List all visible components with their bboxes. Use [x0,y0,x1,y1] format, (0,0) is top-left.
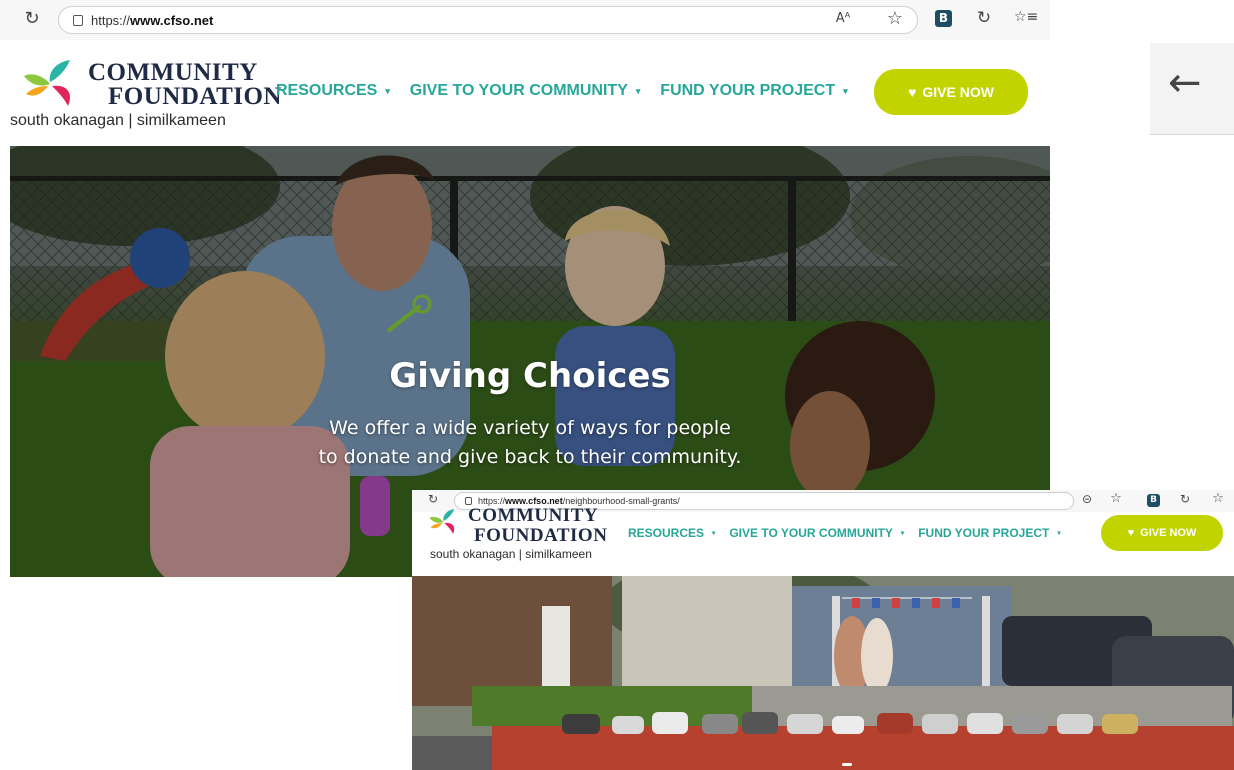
logo-title-line2: FOUNDATION [474,525,608,546]
refresh-icon[interactable]: ↻ [426,492,440,506]
nav-give-to-your-community[interactable]: GIVE TO YOUR COMMUNITY ▾ [729,526,904,540]
browser-window-neighbourhood-grants: ↻ https://www.cfso.net/neighbourhood-sma… [412,490,1234,770]
nav-give-label: GIVE TO YOUR COMMUNITY [729,526,893,540]
nav-fund-label: FUND YOUR PROJECT [918,526,1050,540]
nav-give-label: GIVE TO YOUR COMMUNITY [409,82,628,99]
nav-resources-label: RESOURCES [276,82,378,99]
heart-icon: ♥ [908,84,917,100]
logo-title-line1: COMMUNITY [468,505,599,526]
address-bar[interactable]: https://www.cfso.net [58,6,918,34]
nav-resources[interactable]: RESOURCES ▾ [276,82,390,100]
favorite-star-icon[interactable]: ☆ [884,8,906,29]
nav-resources-label: RESOURCES [628,526,705,540]
main-nav: RESOURCES ▾ GIVE TO YOUR COMMUNITY ▾ FUN… [628,526,1061,540]
back-panel: ← [1150,43,1234,135]
reader-mode-icon[interactable]: Aᴬ [832,11,854,26]
chevron-down-icon: ▾ [900,530,905,537]
back-arrow-icon[interactable]: ← [1168,63,1202,103]
collections-icon[interactable]: ↻ [1178,492,1192,506]
give-now-label: GIVE NOW [1140,527,1197,539]
favorite-star-icon[interactable]: ☆ [1108,491,1124,506]
chevron-down-icon: ▾ [712,530,716,537]
logo-title-line2: FOUNDATION [108,83,282,110]
hero-subtitle-line1: We offer a wide variety of ways for peop… [329,417,731,439]
hero-photo [412,576,1234,770]
browser-toolbar: ↻ https://www.cfso.net Aᴬ ☆ B ↻ ☆≡ [0,0,1050,40]
site-header: COMMUNITY FOUNDATION south okanagan | si… [412,506,1234,576]
collections-icon[interactable]: ↻ [974,8,994,28]
extension-b-icon[interactable]: B [1147,494,1160,507]
chevron-down-icon: ▾ [635,85,641,96]
nav-fund-label: FUND YOUR PROJECT [660,82,836,99]
community-foundation-logo-icon[interactable] [424,508,464,536]
hero-title: Giving Choices [389,356,671,396]
community-foundation-logo-icon[interactable] [22,58,80,110]
site-header: COMMUNITY FOUNDATION south okanagan | si… [0,40,1050,146]
give-now-button[interactable]: ♥ GIVE NOW [874,69,1028,115]
chevron-down-icon: ▾ [1057,530,1061,537]
address-url: https://www.cfso.net [91,12,214,28]
heart-icon: ♥ [1127,527,1135,539]
lock-icon [465,497,472,505]
refresh-icon[interactable]: ↻ [22,8,42,29]
chevron-down-icon: ▾ [385,85,390,96]
lock-icon [73,14,83,26]
logo-subtitle: south okanagan | similkameen [10,112,226,129]
hero-subtitle: We offer a wide variety of ways for peop… [10,414,1050,472]
give-now-label: GIVE NOW [922,84,994,100]
zoom-icon[interactable]: ⊝ [1080,492,1094,506]
nav-resources[interactable]: RESOURCES ▾ [628,526,715,540]
favorites-bar-icon[interactable]: ☆≡ [1014,9,1038,25]
main-nav: RESOURCES ▾ GIVE TO YOUR COMMUNITY ▾ FUN… [276,82,848,100]
chevron-down-icon: ▾ [843,85,848,96]
hero-banner [412,576,1234,770]
nav-fund-your-project[interactable]: FUND YOUR PROJECT ▾ [918,526,1060,540]
hero-subtitle-line2: to donate and give back to their communi… [318,446,742,468]
extension-b-icon[interactable]: B [935,10,952,27]
nav-give-to-your-community[interactable]: GIVE TO YOUR COMMUNITY ▾ [410,82,641,100]
logo-title-line1: COMMUNITY [88,59,258,86]
logo-subtitle: south okanagan | similkameen [430,547,592,561]
give-now-button[interactable]: ♥ GIVE NOW [1101,515,1223,551]
favorites-bar-icon[interactable]: ☆ [1210,491,1226,506]
nav-fund-your-project[interactable]: FUND YOUR PROJECT ▾ [660,82,847,100]
